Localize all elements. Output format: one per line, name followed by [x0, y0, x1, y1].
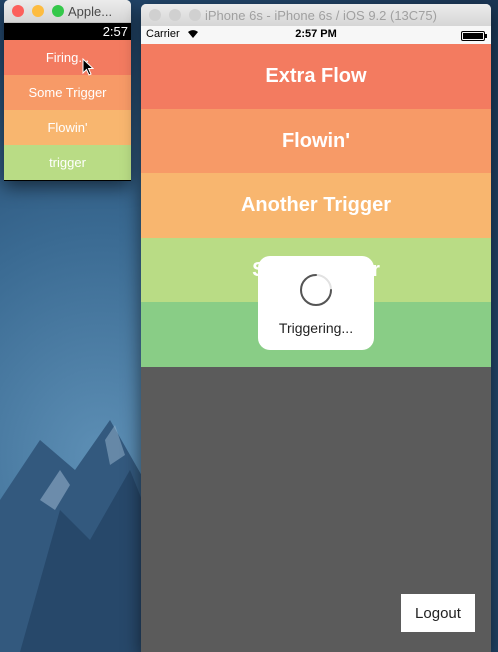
spinner-icon — [300, 274, 332, 306]
simulator-titlebar[interactable]: iPhone 6s - iPhone 6s / iOS 9.2 (13C75) — [141, 4, 491, 27]
trigger-row-extra-flow[interactable]: Extra Flow — [141, 44, 491, 109]
logout-button[interactable]: Logout — [401, 594, 475, 632]
status-bar: Carrier 2:57 PM — [141, 26, 491, 44]
minimize-button[interactable] — [169, 9, 181, 21]
watch-time: 2:57 — [102, 24, 128, 39]
watch-row-trigger[interactable]: trigger — [4, 145, 131, 180]
iphone-simulator-window: iPhone 6s - iPhone 6s / iOS 9.2 (13C75) … — [141, 4, 491, 652]
watch-screen: 2:57 Firing... Some Trigger Flowin' trig… — [4, 23, 131, 181]
trigger-row-flowin[interactable]: Flowin' — [141, 108, 491, 173]
hud-status-text: Triggering... — [278, 320, 354, 336]
progress-hud: Triggering... — [258, 256, 374, 350]
zoom-button[interactable] — [189, 9, 201, 21]
zoom-button[interactable] — [52, 5, 64, 17]
watch-titlebar[interactable]: Apple... — [4, 0, 131, 23]
minimize-button[interactable] — [32, 5, 44, 17]
battery-icon — [461, 31, 487, 41]
status-time: 2:57 PM — [295, 28, 337, 40]
window-title: Apple... — [68, 4, 113, 19]
watch-row-flowin[interactable]: Flowin' — [4, 110, 131, 145]
watch-row-firing[interactable]: Firing... — [4, 40, 131, 75]
iphone-screen: Carrier 2:57 PM Extra Flow Flowin' Anoth… — [141, 26, 491, 652]
close-button[interactable] — [12, 5, 24, 17]
desktop-wallpaper — [0, 420, 150, 652]
mouse-cursor-icon — [82, 58, 94, 76]
watch-simulator-window: Apple... 2:57 Firing... Some Trigger Flo… — [4, 0, 131, 181]
trigger-row-another-trigger[interactable]: Another Trigger — [141, 173, 491, 238]
close-button[interactable] — [149, 9, 161, 21]
watch-row-some-trigger[interactable]: Some Trigger — [4, 75, 131, 110]
window-title: iPhone 6s - iPhone 6s / iOS 9.2 (13C75) — [205, 8, 437, 23]
